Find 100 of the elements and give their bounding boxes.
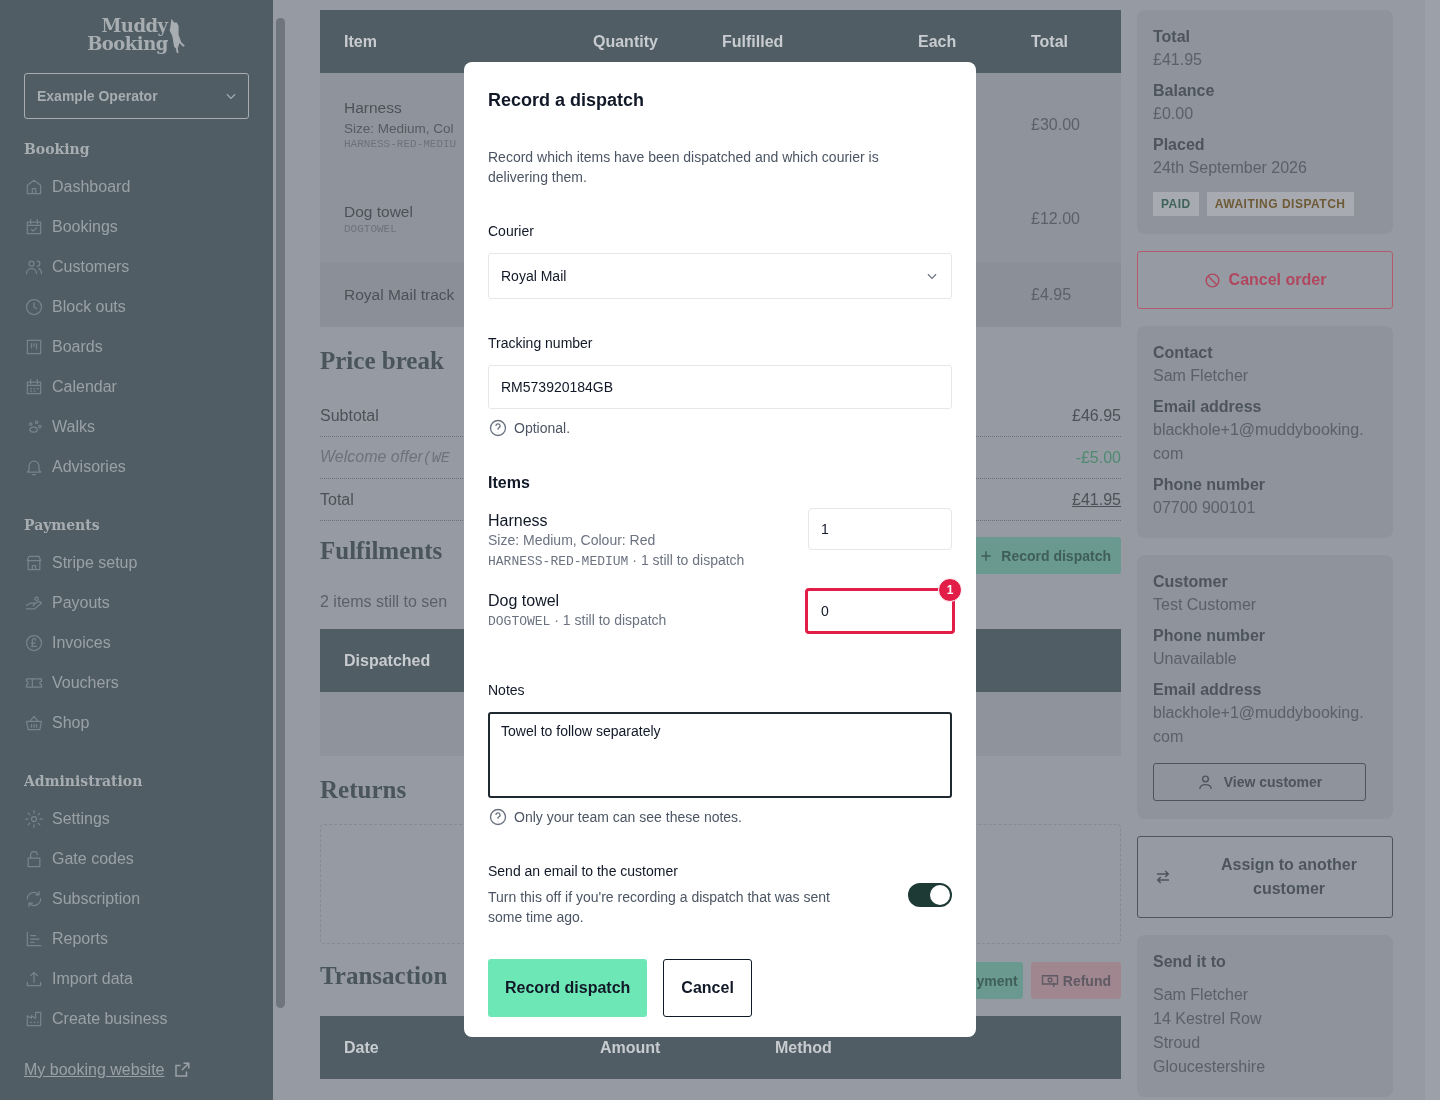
user-icon	[1196, 773, 1214, 791]
column-header: Amount	[600, 1038, 661, 1057]
booking-website-link[interactable]: My booking website	[24, 1061, 165, 1079]
price-label: Total	[320, 490, 354, 509]
transaction-action-button[interactable]: yment	[973, 962, 1023, 999]
price-value: £46.95	[1072, 406, 1121, 425]
transaction-action-button[interactable]: Refund	[1030, 962, 1121, 999]
items-heading: Items	[488, 474, 531, 492]
email-toggle[interactable]	[908, 883, 952, 907]
item-name: Dog towel	[488, 592, 561, 610]
column-header: Total	[1031, 32, 1069, 51]
price-value: -£5.00	[1075, 448, 1121, 467]
help-icon	[488, 807, 508, 827]
nav-item[interactable]: Customers	[24, 247, 249, 287]
column-header: Date	[344, 1038, 379, 1057]
help-text: Only your team can see these notes.	[514, 809, 742, 825]
tracking-number-field[interactable]: RM573920184GB	[488, 365, 952, 409]
logo-text: Muddy	[101, 17, 168, 35]
column-header: Fulfilled	[722, 32, 784, 51]
error-count-badge: 1	[938, 578, 962, 602]
item-name: Harness	[488, 512, 549, 530]
section-heading: Transaction	[320, 962, 448, 990]
nav-section-title: Payments	[24, 517, 101, 533]
field-label: Notes	[488, 682, 526, 698]
operator-select[interactable]: Example Operator	[24, 73, 249, 119]
item-name: Harness	[344, 99, 403, 117]
section-heading: Fulfilments	[320, 537, 443, 565]
nav-item[interactable]: Reports	[24, 919, 249, 959]
column-header: Each	[918, 32, 957, 51]
field-label: Total	[1153, 28, 1192, 46]
status-badge: PAID	[1153, 192, 1199, 216]
section-heading: Price break	[320, 347, 444, 375]
nav-item[interactable]: Block outs	[24, 287, 249, 327]
column-header: Item	[344, 32, 377, 51]
nav-item[interactable]: Walks	[24, 407, 249, 447]
item-detail: Size: Medium, Colour: Red	[488, 531, 657, 550]
factory-icon	[24, 1009, 44, 1029]
field-label: Email address	[1153, 398, 1263, 416]
item-meta: HARNESS-RED-MEDIUM · 1 still to dispatch	[488, 551, 745, 571]
field-label: Placed	[1153, 136, 1206, 154]
cancel-order-button[interactable]: Cancel order	[1137, 251, 1393, 309]
nav-item[interactable]: Boards	[24, 327, 249, 367]
calendar-check-icon	[24, 217, 44, 237]
price-label: Subtotal	[320, 406, 379, 425]
courier-select[interactable]: Royal Mail	[488, 253, 952, 299]
fulfilment-summary: 2 items still to sen	[320, 593, 448, 611]
field-label: Contact	[1153, 344, 1214, 362]
prohibited-icon	[1203, 271, 1221, 289]
nav-item[interactable]: Gate codes	[24, 839, 249, 879]
field-label: Send it to	[1153, 953, 1227, 971]
nav-item[interactable]: Bookings	[24, 207, 249, 247]
plus-icon	[979, 548, 994, 563]
view-customer-button[interactable]: View customer	[1153, 763, 1366, 801]
notes-field[interactable]: Towel to follow separately	[488, 712, 952, 798]
nav-item[interactable]: Invoices	[24, 623, 249, 663]
nav-item[interactable]: Payouts	[24, 583, 249, 623]
nav-item[interactable]: Import data	[24, 959, 249, 999]
toggle-label: Send an email to the customer	[488, 863, 679, 879]
field-label: Customer	[1153, 573, 1229, 591]
item-name: Royal Mail track	[344, 285, 455, 304]
nav-section-title: Administration	[24, 773, 144, 789]
help-icon	[488, 418, 508, 438]
refresh-icon	[24, 889, 44, 909]
column-header: Method	[775, 1038, 832, 1057]
quantity-field[interactable]: 1	[808, 508, 952, 550]
chart-icon	[24, 929, 44, 949]
swap-arrows-icon	[1154, 868, 1172, 886]
logo-text: Booking	[87, 35, 168, 53]
nav-item[interactable]: Stripe setup	[24, 543, 249, 583]
section-heading: Returns	[320, 776, 407, 804]
pound-coin-icon	[24, 633, 44, 653]
calendar-icon	[24, 377, 44, 397]
assign-customer-button[interactable]: Assign to another customer	[1137, 836, 1393, 918]
nav-item[interactable]: Subscription	[24, 879, 249, 919]
external-link-icon	[172, 1061, 191, 1079]
dialog-button[interactable]: Cancel	[663, 959, 752, 1017]
upload-icon	[24, 969, 44, 989]
nav-item[interactable]: Calendar	[24, 367, 249, 407]
item-detail: Size: Medium, Col	[344, 121, 455, 136]
nav-section-title: Booking	[24, 141, 91, 157]
status-badge: AWAITING DISPATCH	[1206, 192, 1354, 216]
nav-item[interactable]: Shop	[24, 703, 249, 743]
help-text: Optional.	[514, 420, 571, 436]
dialog-title: Record a dispatch	[488, 90, 646, 111]
nav-item[interactable]: Settings	[24, 799, 249, 839]
field-label: Email address	[1153, 681, 1263, 699]
field-label: Courier	[488, 223, 535, 239]
clock-icon	[24, 297, 44, 317]
dialog-description: Record which items have been dispatched and which courier is delivering them.	[488, 148, 880, 187]
field-label: Tracking number	[488, 335, 594, 351]
item-name: Dog towel	[344, 203, 413, 221]
nav-item[interactable]: Vouchers	[24, 663, 249, 703]
nav-item[interactable]: Dashboard	[24, 167, 249, 207]
item-meta: DOGTOWEL · 1 still to dispatch	[488, 611, 667, 631]
dialog-button[interactable]: Record dispatch	[488, 959, 648, 1017]
nav-item[interactable]: Advisories	[24, 447, 249, 487]
field-label: Phone number	[1153, 476, 1266, 494]
board-icon	[24, 337, 44, 357]
nav-item[interactable]: Create business	[24, 999, 249, 1039]
price-value: £41.95	[1072, 490, 1121, 509]
